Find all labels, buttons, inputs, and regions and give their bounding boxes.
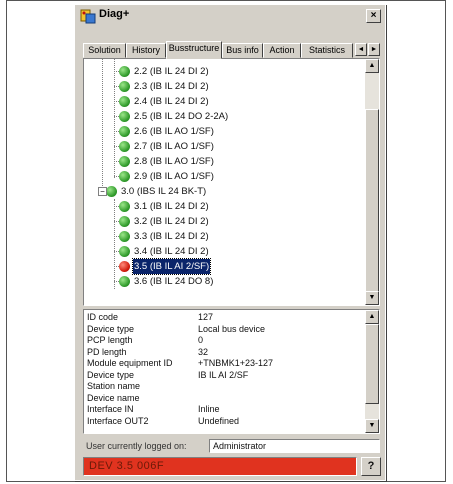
info-value: IB IL AI 2/SF — [198, 369, 249, 380]
status-ok-icon — [119, 201, 130, 212]
tree-node-label: 2.8 (IB IL AO 1/SF) — [134, 156, 214, 167]
title-bar[interactable]: Diag+ × — [77, 7, 383, 25]
tree-node-label: 3.1 (IB IL 24 DI 2) — [134, 201, 209, 212]
tree-node-label: 3.4 (IB IL 24 DI 2) — [134, 246, 209, 257]
status-ok-icon — [119, 126, 130, 137]
diag-window: Diag+ × Solution History Busstructure Bu… — [74, 4, 386, 481]
login-user-field: Administrator — [209, 439, 380, 453]
help-button[interactable]: ? — [361, 457, 381, 476]
tree-scroll-down-button[interactable]: ▼ — [365, 291, 379, 305]
login-label: User currently logged on: — [86, 441, 187, 451]
login-row: User currently logged on: Administrator — [83, 439, 380, 453]
info-key: Device type — [87, 323, 135, 334]
info-scrollbar[interactable]: ▲ ▼ — [365, 310, 379, 433]
info-scroll-down-button[interactable]: ▼ — [365, 419, 379, 433]
status-ok-icon — [119, 276, 130, 287]
info-value: Undefined — [198, 415, 240, 426]
status-ok-icon — [119, 231, 130, 242]
tree-line — [114, 101, 119, 103]
tree-scrollbar[interactable]: ▲ ▼ — [365, 59, 379, 305]
bus-structure-tree[interactable]: 2.2 (IB IL 24 DI 2) 2.3 (IB IL 24 DI 2) 2.… — [83, 58, 380, 306]
tree-node-label: 2.2 (IB IL 24 DI 2) — [134, 66, 209, 77]
tree-line — [114, 206, 119, 208]
status-ok-icon — [119, 156, 130, 167]
status-ok-icon — [119, 246, 130, 257]
info-value: 0 — [198, 335, 204, 345]
status-ok-icon — [119, 81, 130, 92]
info-key: ID code — [87, 312, 119, 322]
tree-line — [114, 221, 119, 223]
status-ok-icon — [119, 216, 130, 227]
tree-node-label: 3.3 (IB IL 24 DI 2) — [134, 231, 209, 242]
status-ok-icon — [119, 171, 130, 182]
tree-line — [114, 161, 119, 163]
info-value: Inline — [198, 404, 220, 414]
status-text: DEV 3.5 006F — [89, 460, 165, 472]
tree-line — [114, 146, 119, 148]
tree-node-label: 2.7 (IB IL AO 1/SF) — [134, 141, 214, 152]
device-info-panel: ID code 127 Device type Local bus device PCP… — [83, 309, 380, 434]
info-key: Device name — [87, 392, 140, 403]
info-key: PD length — [87, 346, 127, 357]
collapse-toggle-icon[interactable]: − — [98, 187, 107, 196]
tree-line — [102, 59, 104, 186]
tree-node-label: 3.2 (IB IL 24 DI 2) — [134, 216, 209, 227]
info-key: Device type — [87, 369, 135, 380]
info-key: Interface IN — [87, 404, 134, 414]
info-key: Interface OUT2 — [87, 415, 149, 426]
tab-statistics[interactable]: Statistics — [301, 43, 353, 58]
tree-line — [114, 281, 119, 283]
tree-line — [114, 131, 119, 133]
info-value: +TNBMK1+23-127 — [198, 358, 274, 368]
tree-node-label: 3.0 (IBS IL 24 BK-T) — [121, 186, 207, 197]
tab-history[interactable]: History — [126, 43, 166, 58]
app-icon — [80, 9, 96, 24]
tree-line — [114, 266, 119, 268]
tree-line — [114, 251, 119, 253]
tree-node-label: 2.9 (IB IL AO 1/SF) — [134, 171, 214, 182]
tree-node-label: 3.6 (IB IL 24 DO 8) — [134, 276, 214, 287]
tab-busstructure[interactable]: Busstructure — [166, 41, 222, 59]
tree-line — [114, 71, 119, 73]
tree-node-label: 2.3 (IB IL 24 DI 2) — [134, 81, 209, 92]
tab-bus-info[interactable]: Bus info — [222, 43, 263, 58]
tab-solution[interactable]: Solution — [83, 43, 126, 58]
tab-action[interactable]: Action — [263, 43, 301, 58]
info-value: Local bus device — [198, 323, 266, 334]
tab-scroll-right-button[interactable]: ► — [368, 43, 380, 56]
status-ok-icon — [106, 186, 117, 197]
info-key: PCP length — [87, 335, 133, 345]
window-title: Diag+ — [99, 8, 130, 20]
tree-line — [114, 86, 119, 88]
tree-scroll-thumb[interactable] — [365, 109, 379, 295]
info-scroll-up-button[interactable]: ▲ — [365, 310, 379, 324]
info-key: Module equipment ID — [87, 358, 173, 368]
tab-scroll-left-button[interactable]: ◄ — [355, 43, 367, 56]
info-value: 32 — [198, 346, 209, 357]
status-ok-icon — [119, 96, 130, 107]
close-button[interactable]: × — [366, 9, 381, 23]
tree-line — [114, 176, 119, 178]
info-scroll-thumb[interactable] — [365, 324, 379, 404]
info-value: 127 — [198, 312, 214, 322]
tree-scroll-up-button[interactable]: ▲ — [365, 59, 379, 73]
tree-node-label: 2.4 (IB IL 24 DI 2) — [134, 96, 209, 107]
status-ok-icon — [119, 111, 130, 122]
status-ok-icon — [119, 141, 130, 152]
tree-line — [114, 116, 119, 118]
status-bar: DEV 3.5 006F — [83, 457, 357, 476]
tree-line — [114, 236, 119, 238]
tree-node-label: 3.5 (IB IL AI 2/SF) — [131, 258, 212, 275]
status-error-icon — [119, 261, 130, 272]
tree-node-label: 2.6 (IB IL AO 1/SF) — [134, 126, 214, 137]
info-key: Station name — [87, 381, 141, 391]
tab-strip: Solution History Busstructure Bus info A… — [83, 41, 383, 59]
tree-line — [114, 199, 116, 289]
status-ok-icon — [119, 66, 130, 77]
tree-node-label: 2.5 (IB IL 24 DO 2-2A) — [134, 111, 229, 122]
